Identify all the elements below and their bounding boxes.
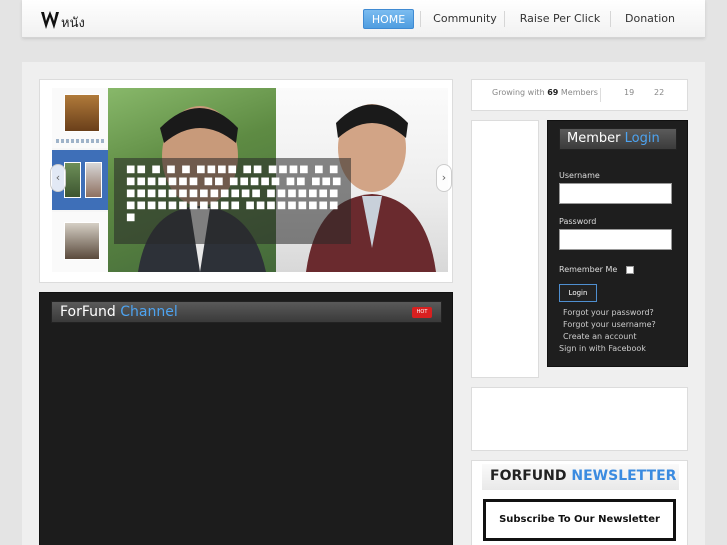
newsletter-title: FORFUND NEWSLETTER — [490, 468, 676, 484]
forgot-password-link[interactable]: Forgot your password? — [563, 308, 654, 317]
login-header: Member Login — [559, 128, 677, 150]
password-label: Password — [559, 217, 597, 226]
slide-caption-text: ■■ ■ ■ ■ ■■■■ ■■ ■■■■ ■ ■■■■■■■■ ■■ ■■■■… — [126, 164, 343, 223]
newsletter-title-accent: NEWSLETTER — [571, 468, 677, 484]
newsletter-title-main: FORFUND — [490, 468, 567, 484]
main-nav: HOME Community Raise Per Click Donation — [22, 9, 705, 29]
nav-raise-per-click[interactable]: Raise Per Click — [516, 9, 604, 29]
nav-community[interactable]: Community — [432, 9, 498, 29]
nav-divider — [420, 11, 421, 27]
members-count-text: Growing with 69 Members — [492, 88, 598, 97]
slider-prev-arrow-icon[interactable]: ‹ — [50, 164, 66, 192]
main-content: ■■ ■ ■ ■ ■■■■ ■■ ■■■■ ■ ■■■■■■■■ ■■ ■■■■… — [22, 62, 705, 545]
channel-header: ForFund Channel HOT — [51, 301, 442, 323]
channel-title-main: ForFund — [60, 304, 116, 320]
remember-me-checkbox[interactable] — [626, 266, 634, 274]
login-title-main: Member — [567, 131, 621, 146]
featured-slider: ■■ ■ ■ ■ ■■■■ ■■ ■■■■ ■ ■■■■■■■■ ■■ ■■■■… — [39, 79, 453, 283]
newsletter-header: FORFUND NEWSLETTER — [482, 464, 679, 490]
subscribe-button[interactable]: Subscribe To Our Newsletter — [483, 499, 676, 541]
channel-title: ForFund Channel — [60, 304, 178, 320]
members-stats: Growing with 69 Members 19 22 — [471, 79, 688, 111]
password-input[interactable] — [559, 229, 672, 250]
login-title-accent: Login — [624, 131, 660, 146]
member-login-panel: Member Login Username Password Remember … — [547, 120, 688, 367]
stat-number: 22 — [654, 88, 665, 97]
members-prefix: Growing with — [492, 88, 545, 97]
login-title: Member Login — [567, 131, 660, 146]
site-header: หนัง HOME Community Raise Per Click Dona… — [22, 0, 705, 38]
hot-badge: HOT — [412, 307, 432, 318]
remember-me-label: Remember Me — [559, 265, 618, 274]
slide-image[interactable]: ■■ ■ ■ ■ ■■■■ ■■ ■■■■ ■ ■■■■■■■■ ■■ ■■■■… — [108, 88, 448, 272]
facebook-signin-link[interactable]: Sign in with Facebook — [559, 344, 646, 353]
stat-number: 19 — [624, 88, 635, 97]
nav-home[interactable]: HOME — [363, 9, 414, 29]
username-input[interactable] — [559, 183, 672, 204]
channel-title-accent: Channel — [120, 304, 178, 320]
side-panel — [471, 120, 539, 378]
login-button[interactable]: Login — [559, 284, 597, 302]
forgot-username-link[interactable]: Forgot your username? — [563, 320, 656, 329]
slider-thumb[interactable] — [52, 88, 108, 148]
nav-divider — [504, 11, 505, 27]
create-account-link[interactable]: Create an account — [563, 332, 637, 341]
username-label: Username — [559, 171, 600, 180]
members-count: 69 — [547, 88, 559, 97]
forfund-channel: ForFund Channel HOT — [39, 292, 453, 545]
nav-donation[interactable]: Donation — [620, 9, 680, 29]
members-suffix: Members — [560, 88, 598, 97]
slide-caption: ■■ ■ ■ ■ ■■■■ ■■ ■■■■ ■ ■■■■■■■■ ■■ ■■■■… — [114, 158, 351, 244]
side-empty-box — [471, 387, 688, 451]
slider-thumb[interactable] — [52, 212, 108, 272]
newsletter-panel: FORFUND NEWSLETTER Subscribe To Our News… — [471, 460, 688, 545]
nav-divider — [610, 11, 611, 27]
slider-next-arrow-icon[interactable]: › — [436, 164, 452, 192]
stats-divider — [600, 88, 601, 102]
